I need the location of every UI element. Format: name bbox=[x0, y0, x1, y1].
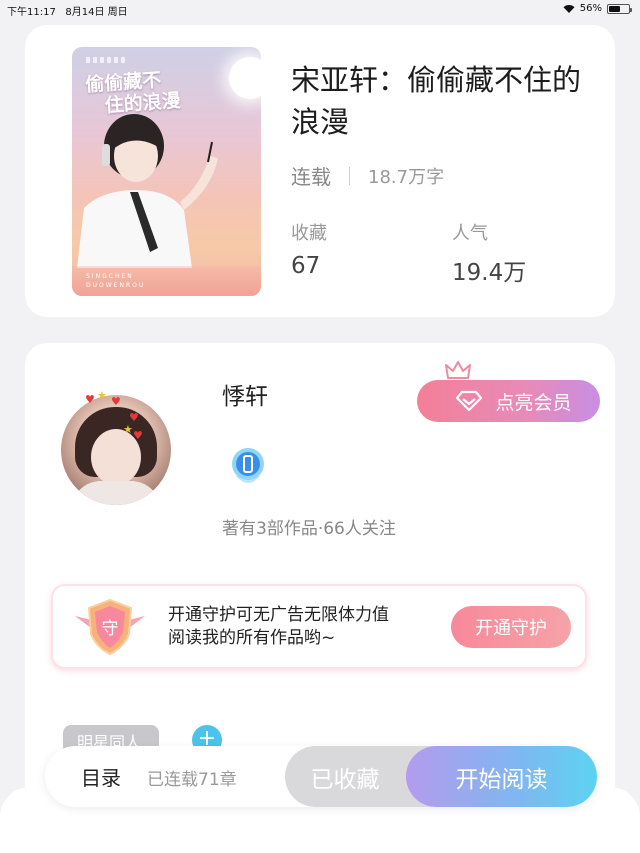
author-badge-icon bbox=[232, 448, 264, 483]
bottom-action-bar: 目录 已连载71章 已收藏 开始阅读 bbox=[45, 746, 597, 807]
popularity-stat: 人气 19.4万 bbox=[452, 219, 526, 287]
activate-vip-button[interactable]: 点亮会员 bbox=[417, 380, 600, 422]
guard-shield-icon: 守 bbox=[75, 598, 145, 656]
status-indicators: 56% bbox=[563, 3, 632, 14]
guard-promo: 守 开通守护可无广告无限体力值 阅读我的所有作品哟~ 开通守护 bbox=[51, 584, 587, 669]
status-time: 下午11:17 bbox=[7, 7, 56, 18]
heart-decoration-icon: ♥ ★ ♥ ♥ ★ ♥ bbox=[85, 389, 145, 443]
start-reading-button[interactable]: 开始阅读 bbox=[406, 746, 597, 807]
book-info-card: 偷偷藏不 住的浪漫 SINGCHEN DUOWENROU 宋亚轩：偷偷藏不住的浪… bbox=[25, 25, 615, 317]
favorited-label: 已收藏 bbox=[310, 765, 380, 792]
status-date: 8月14日 周日 bbox=[65, 7, 128, 18]
cover-footer-line1: SINGCHEN bbox=[86, 273, 134, 280]
battery-percent: 56% bbox=[579, 3, 602, 14]
vip-button-label: 点亮会员 bbox=[495, 392, 572, 414]
diamond-icon bbox=[456, 390, 483, 412]
guard-icon-text: 守 bbox=[102, 619, 119, 639]
heart-icon: ♥ bbox=[85, 393, 95, 406]
heart-icon: ♥ bbox=[111, 395, 121, 408]
crown-icon bbox=[445, 361, 471, 379]
cover-footer-text: SINGCHEN DUOWENROU bbox=[86, 272, 145, 290]
cover-person-illustration bbox=[77, 114, 218, 268]
star-icon: ★ bbox=[97, 389, 107, 402]
serial-status: 连载 bbox=[291, 165, 331, 189]
book-status-row: 连载 18.7万字 bbox=[291, 161, 444, 190]
favorites-label: 收藏 bbox=[291, 223, 327, 244]
cover-footer: SINGCHEN DUOWENROU bbox=[72, 266, 261, 296]
cover-decoration bbox=[86, 57, 126, 63]
cover-footer-line2: DUOWENROU bbox=[86, 282, 146, 289]
author-meta: 著有3部作品·66人关注 bbox=[222, 519, 396, 539]
divider bbox=[349, 166, 350, 185]
guard-description: 开通守护可无广告无限体力值 阅读我的所有作品哟~ bbox=[168, 604, 389, 650]
open-guard-button[interactable]: 开通守护 bbox=[451, 606, 571, 648]
star-icon: ★ bbox=[123, 423, 133, 436]
battery-icon bbox=[607, 3, 632, 14]
book-title: 宋亚轩：偷偷藏不住的浪漫 bbox=[291, 63, 582, 139]
guard-line1: 开通守护可无广告无限体力值 bbox=[168, 605, 389, 625]
word-count: 18.7万字 bbox=[368, 166, 445, 188]
favorites-stat: 收藏 67 bbox=[291, 219, 327, 279]
guard-line2: 阅读我的所有作品哟~ bbox=[168, 628, 336, 648]
avatar-body bbox=[71, 481, 161, 505]
chapter-count[interactable]: 已连载71章 bbox=[147, 765, 237, 790]
popularity-label: 人气 bbox=[452, 223, 488, 244]
status-bar: 下午11:17 8月14日 周日 56% bbox=[0, 0, 640, 18]
heart-icon: ♥ bbox=[133, 429, 143, 442]
moon-icon bbox=[229, 57, 261, 99]
popularity-value: 19.4万 bbox=[452, 260, 527, 286]
book-cover[interactable]: 偷偷藏不 住的浪漫 SINGCHEN DUOWENROU bbox=[72, 47, 261, 296]
favorites-value: 67 bbox=[291, 253, 321, 279]
wifi-icon bbox=[563, 4, 575, 13]
author-name[interactable]: 悸轩 bbox=[222, 377, 268, 411]
table-of-contents-button[interactable]: 目录 bbox=[81, 762, 121, 791]
status-time-date: 下午11:17 8月14日 周日 bbox=[7, 3, 128, 18]
